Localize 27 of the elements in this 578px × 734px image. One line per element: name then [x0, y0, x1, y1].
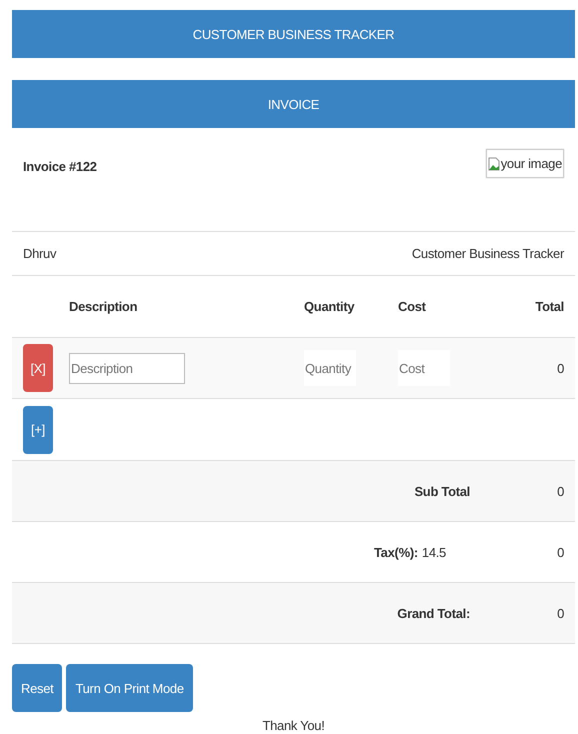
column-header: Quantity — [304, 299, 356, 314]
tax-label: Tax(%): — [374, 544, 418, 560]
company-name: Customer Business Tracker — [412, 246, 564, 261]
action-button[interactable]: Turn On Print Mode — [66, 664, 193, 712]
broken-image-icon — [488, 156, 500, 170]
invoice-number: Invoice #122 — [23, 159, 97, 174]
column-header: Description — [69, 299, 138, 314]
customer-name: Dhruv — [23, 246, 56, 261]
summary-label: Grand Total: — [396, 606, 470, 620]
remove-row-button[interactable]: [X] — [23, 344, 53, 392]
app-header: CUSTOMER BUSINESS TRACKER — [12, 10, 575, 58]
invoice-banner: INVOICE — [12, 80, 575, 128]
tax-rate: 14.5 — [422, 544, 446, 560]
summary-value: 0 — [556, 606, 564, 620]
row-total: 0 — [556, 360, 564, 376]
column-header: Total — [534, 299, 564, 314]
summary-value: 0 — [556, 484, 564, 498]
action-button[interactable]: Reset — [12, 664, 62, 712]
description-field[interactable]: Description — [69, 352, 185, 384]
column-header: Cost — [398, 299, 427, 314]
quantity-field[interactable]: Quantity — [304, 350, 356, 386]
logo-alt-text: your image — [500, 156, 562, 171]
add-row-button[interactable]: [+] — [23, 406, 53, 454]
summary-value: 0 — [556, 544, 564, 560]
thank-you-text: Thank You! — [262, 718, 325, 733]
summary-label: Sub Total — [413, 484, 470, 498]
cost-field[interactable]: Cost — [398, 350, 450, 386]
